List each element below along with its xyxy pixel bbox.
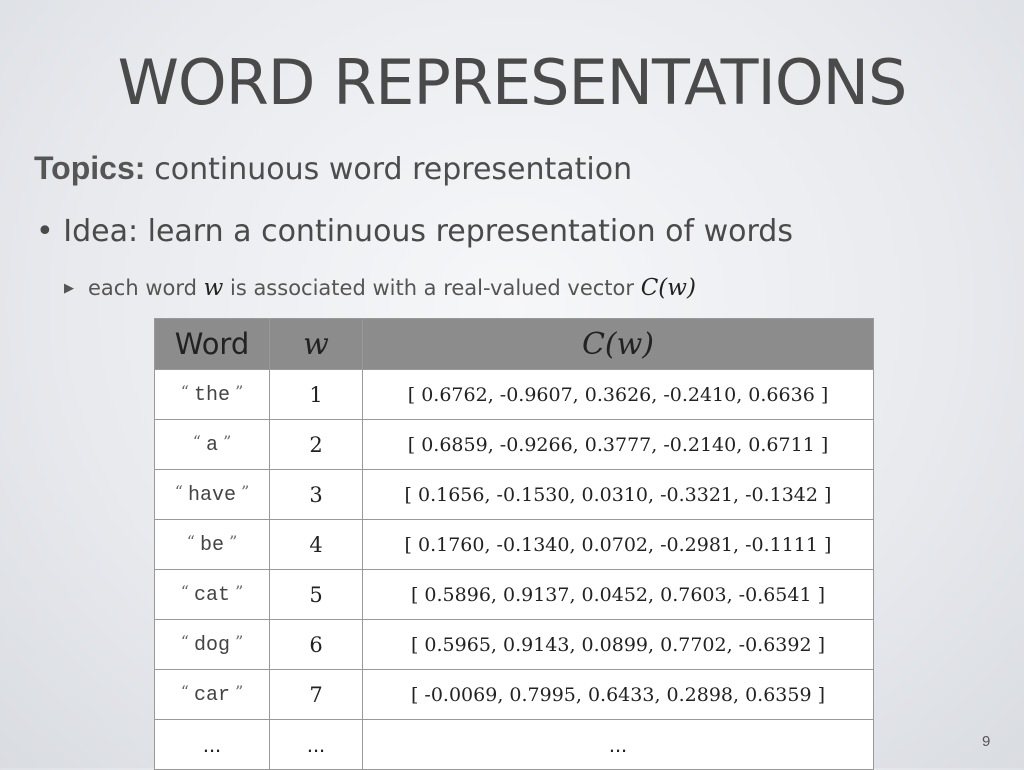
ellipsis-cell: ... bbox=[362, 719, 874, 770]
vector-cell: [ 0.1656, -0.1530, 0.0310, -0.3321, -0.1… bbox=[362, 469, 874, 520]
slide-title: WORD REPRESENTATIONS bbox=[117, 46, 908, 119]
table-row: “ dog ” 6[ 0.5965, 0.9143, 0.0899, 0.7702… bbox=[154, 619, 874, 670]
word-vector-table: Word w C(w) “ the ” 1[ 0.6762, -0.9607, 0… bbox=[154, 318, 874, 770]
topics-label: Topics: bbox=[34, 150, 146, 186]
word-cell: “ car ” bbox=[154, 669, 270, 720]
vector-cell: [ 0.5965, 0.9143, 0.0899, 0.7702, -0.639… bbox=[362, 619, 874, 670]
word-cell: “ cat ” bbox=[154, 569, 270, 620]
sub-var: w bbox=[203, 275, 224, 301]
sub-prefix: each word bbox=[88, 276, 204, 300]
index-cell: 3 bbox=[269, 469, 363, 520]
vector-cell: [ 0.6859, -0.9266, 0.3777, -0.2140, 0.67… bbox=[362, 419, 874, 470]
table-row: “ car ” 7[ -0.0069, 0.7995, 0.6433, 0.289… bbox=[154, 669, 874, 720]
ellipsis-cell: ... bbox=[269, 719, 363, 770]
word-cell: “ the ” bbox=[154, 369, 270, 420]
header-word: Word bbox=[154, 318, 270, 370]
idea-text: Idea: learn a continuous representation … bbox=[63, 214, 793, 249]
sub-bullet: ▶ each word w is associated with a real-v… bbox=[64, 275, 696, 301]
word-cell: “ a ” bbox=[154, 419, 270, 470]
table-row: “ cat ” 5[ 0.5896, 0.9137, 0.0452, 0.7603… bbox=[154, 569, 874, 620]
sub-func: C(w) bbox=[640, 275, 696, 301]
index-cell: 4 bbox=[269, 519, 363, 570]
triangle-right-icon: ▶ bbox=[64, 281, 74, 296]
index-cell: 7 bbox=[269, 669, 363, 720]
topics-text: continuous word representation bbox=[154, 152, 633, 187]
index-cell: 6 bbox=[269, 619, 363, 670]
index-cell: 5 bbox=[269, 569, 363, 620]
header-cw: C(w) bbox=[362, 318, 874, 370]
table-row: “ have ” 3[ 0.1656, -0.1530, 0.0310, -0.3… bbox=[154, 469, 874, 520]
index-cell: 1 bbox=[269, 369, 363, 420]
word-cell: “ have ” bbox=[154, 469, 270, 520]
table-row: “ be ” 4[ 0.1760, -0.1340, 0.0702, -0.298… bbox=[154, 519, 874, 570]
word-cell: “ be ” bbox=[154, 519, 270, 570]
table-header-row: Word w C(w) bbox=[154, 318, 874, 370]
ellipsis-cell: ... bbox=[154, 719, 270, 770]
page-number: 9 bbox=[982, 733, 991, 750]
index-cell: 2 bbox=[269, 419, 363, 470]
header-w: w bbox=[269, 318, 363, 370]
vector-cell: [ -0.0069, 0.7995, 0.6433, 0.2898, 0.635… bbox=[362, 669, 874, 720]
table-row: “ a ” 2[ 0.6859, -0.9266, 0.3777, -0.2140… bbox=[154, 419, 874, 470]
vector-cell: [ 0.6762, -0.9607, 0.3626, -0.2410, 0.66… bbox=[362, 369, 874, 420]
topics-line: Topics: continuous word representation bbox=[34, 150, 632, 187]
idea-bullet: • Idea: learn a continuous representatio… bbox=[36, 214, 793, 249]
table-row: “ the ” 1[ 0.6762, -0.9607, 0.3626, -0.24… bbox=[154, 369, 874, 420]
vector-cell: [ 0.5896, 0.9137, 0.0452, 0.7603, -0.654… bbox=[362, 569, 874, 620]
word-cell: “ dog ” bbox=[154, 619, 270, 670]
bullet-dot-icon: • bbox=[36, 214, 54, 249]
vector-cell: [ 0.1760, -0.1340, 0.0702, -0.2981, -0.1… bbox=[362, 519, 874, 570]
sub-mid: is associated with a real-valued vector bbox=[223, 276, 641, 300]
ellipsis-row: ......... bbox=[154, 719, 874, 770]
